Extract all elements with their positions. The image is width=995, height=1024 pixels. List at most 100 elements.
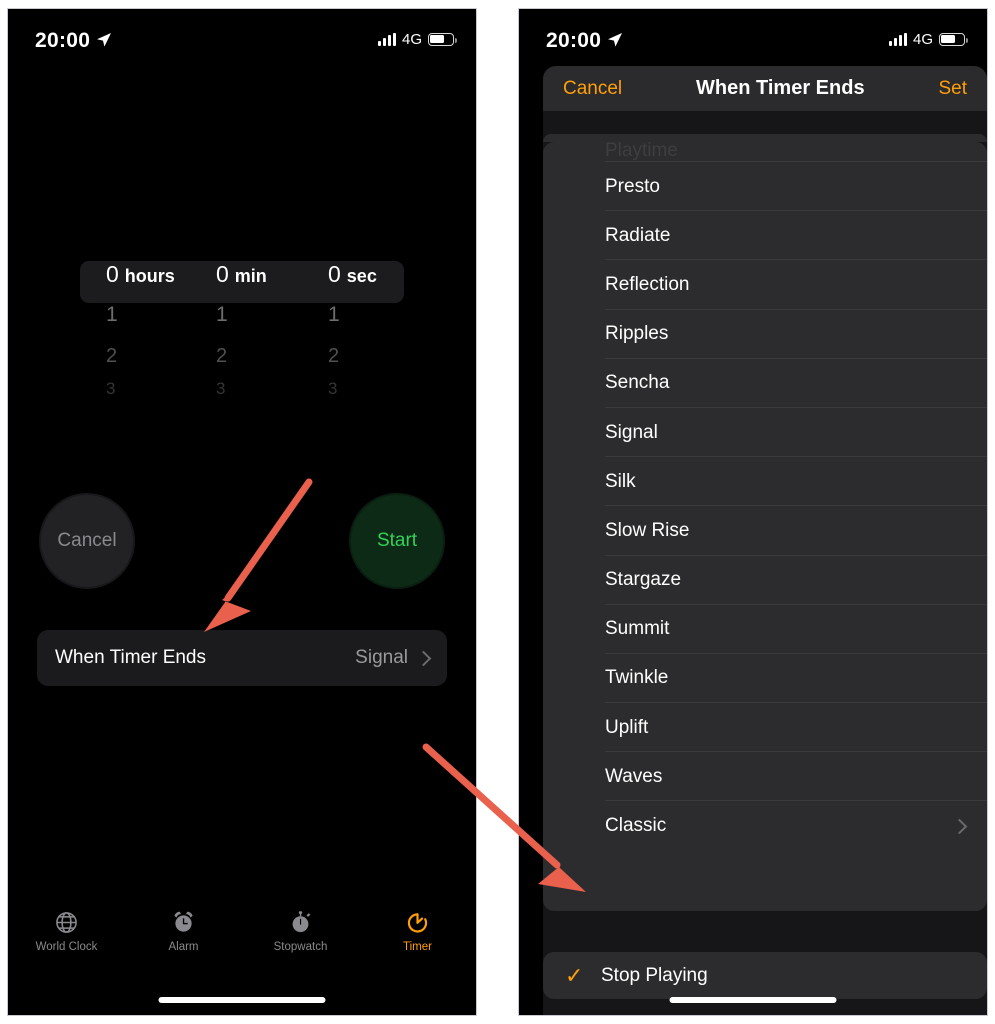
- tab-world-clock-label: World Clock: [35, 941, 98, 953]
- home-indicator-right: [669, 997, 837, 1003]
- tab-alarm-label: Alarm: [168, 941, 199, 953]
- picker-seconds-unit: sec: [346, 266, 377, 286]
- tone-row-waves[interactable]: Waves: [543, 752, 987, 802]
- signal-bars-icon: [377, 32, 396, 46]
- left-phone-screen: 20:00 4G 0 hours 1 2 3 0 min 1 2 3 0 sec…: [7, 8, 477, 1016]
- home-indicator-left: [158, 997, 326, 1003]
- when-timer-ends-sheet: Cancel When Timer Ends Set Playtime Pres…: [543, 66, 987, 1015]
- tab-stopwatch-label: Stopwatch: [273, 941, 328, 953]
- picker-column-hours[interactable]: 0 hours 1 2 3: [80, 261, 188, 401]
- tone-label: Radiate: [605, 224, 671, 246]
- picker-minutes-next-3: 3: [216, 379, 226, 398]
- tone-row-classic[interactable]: Classic: [543, 801, 987, 850]
- tone-label: Reflection: [605, 273, 690, 295]
- tone-row-sencha[interactable]: Sencha: [543, 359, 987, 409]
- sheet-nav-bar: Cancel When Timer Ends Set: [543, 66, 987, 111]
- tone-label: Twinkle: [605, 667, 669, 689]
- tone-list-top-edge: [543, 134, 987, 142]
- sheet-cancel-button[interactable]: Cancel: [563, 78, 622, 100]
- picker-selected-seconds: 0 sec: [296, 261, 404, 303]
- picker-column-minutes[interactable]: 0 min 1 2 3: [188, 261, 296, 401]
- tab-stopwatch[interactable]: Stopwatch: [242, 909, 359, 971]
- tone-row-stargaze[interactable]: Stargaze: [543, 556, 987, 605]
- location-arrow-icon: [97, 33, 111, 47]
- when-timer-ends-value: Signal: [355, 647, 408, 668]
- status-bar-indicators: 4G: [888, 29, 968, 49]
- sheet-set-button[interactable]: Set: [938, 78, 967, 100]
- tone-row-slow-rise[interactable]: Slow Rise: [543, 506, 987, 556]
- tab-timer[interactable]: Timer: [359, 909, 476, 971]
- start-button[interactable]: Start: [349, 493, 445, 589]
- screenshot-stage: 20:00 4G 0 hours 1 2 3 0 min 1 2 3 0 sec…: [0, 0, 995, 1024]
- timer-icon: [405, 909, 430, 936]
- sheet-title: When Timer Ends: [696, 77, 865, 99]
- chevron-right-icon: [951, 818, 968, 834]
- tone-row-radiate[interactable]: Radiate: [543, 211, 987, 261]
- cancel-button[interactable]: Cancel: [39, 493, 135, 589]
- tab-bar: World Clock Alarm Stopwatch Timer: [8, 909, 476, 971]
- battery-icon: [428, 32, 457, 46]
- picker-column-seconds[interactable]: 0 sec 1 2 3: [296, 261, 404, 401]
- picker-seconds-next-2: 2: [328, 345, 340, 367]
- tone-label: Presto: [605, 175, 660, 197]
- tab-alarm[interactable]: Alarm: [125, 909, 242, 971]
- battery-icon: [939, 32, 968, 46]
- picker-minutes-value: 0: [216, 261, 229, 287]
- status-bar-left: 20:00 4G: [8, 9, 476, 71]
- tab-timer-label: Timer: [403, 941, 432, 953]
- tone-row-signal[interactable]: Signal: [543, 408, 987, 458]
- when-timer-ends-row[interactable]: When Timer Ends Signal: [37, 630, 447, 686]
- network-type-label: 4G: [401, 30, 422, 48]
- picker-minutes-unit: min: [234, 266, 267, 286]
- network-type-label: 4G: [912, 30, 933, 48]
- tone-row-uplift[interactable]: Uplift: [543, 703, 987, 753]
- tone-row-playtime[interactable]: Playtime: [543, 142, 987, 162]
- tone-label: Signal: [605, 421, 658, 443]
- alarm-clock-icon: [171, 909, 196, 936]
- tone-label: Playtime: [605, 142, 678, 161]
- picker-hours-next-3: 3: [106, 379, 116, 398]
- when-timer-ends-label: When Timer Ends: [55, 647, 206, 668]
- picker-hours-value: 0: [106, 261, 119, 287]
- tone-label: Summit: [605, 618, 670, 640]
- picker-seconds-next-3: 3: [328, 379, 338, 398]
- tone-label: Waves: [605, 765, 663, 787]
- picker-selected-hours: 0 hours: [80, 261, 188, 303]
- status-bar-time: 20:00: [35, 29, 91, 52]
- signal-bars-icon: [888, 32, 907, 46]
- timer-duration-picker[interactable]: 0 hours 1 2 3 0 min 1 2 3 0 sec 1 2 3: [8, 261, 476, 401]
- stop-playing-row[interactable]: ✓ Stop Playing: [543, 952, 987, 999]
- timer-action-buttons: Cancel Start: [8, 493, 476, 589]
- chevron-right-icon: [415, 650, 432, 666]
- picker-minutes-next-1: 1: [216, 303, 228, 326]
- tone-label: Slow Rise: [605, 519, 690, 541]
- tone-label: Stargaze: [605, 569, 682, 591]
- picker-seconds-next-1: 1: [328, 303, 340, 326]
- picker-selected-minutes: 0 min: [188, 261, 296, 303]
- stopwatch-icon: [288, 909, 313, 936]
- status-bar-indicators: 4G: [377, 29, 457, 49]
- tone-row-reflection[interactable]: Reflection: [543, 260, 987, 310]
- tone-row-summit[interactable]: Summit: [543, 605, 987, 655]
- tab-world-clock[interactable]: World Clock: [8, 909, 125, 971]
- tone-label: Ripples: [605, 323, 669, 345]
- picker-hours-next-1: 1: [106, 303, 118, 326]
- status-bar-time: 20:00: [546, 29, 602, 52]
- picker-minutes-next-2: 2: [216, 345, 228, 367]
- tone-label: Sencha: [605, 372, 670, 394]
- tone-row-twinkle[interactable]: Twinkle: [543, 654, 987, 704]
- status-bar-right: 20:00 4G: [519, 9, 987, 71]
- picker-seconds-value: 0: [328, 261, 341, 287]
- tone-label: Classic: [605, 815, 667, 837]
- checkmark-icon: ✓: [565, 962, 584, 988]
- stop-playing-label: Stop Playing: [601, 964, 708, 986]
- globe-icon: [54, 909, 79, 936]
- tone-row-ripples[interactable]: Ripples: [543, 310, 987, 359]
- tone-row-presto[interactable]: Presto: [543, 162, 987, 212]
- tone-label: Uplift: [605, 716, 649, 738]
- tone-row-silk[interactable]: Silk: [543, 457, 987, 507]
- right-phone-screen: 20:00 4G Cancel When Timer Ends Set Play…: [518, 8, 988, 1016]
- picker-hours-next-2: 2: [106, 345, 118, 367]
- tone-label: Silk: [605, 470, 636, 492]
- tone-list[interactable]: Playtime Presto Radiate Reflection Rippl…: [543, 142, 987, 911]
